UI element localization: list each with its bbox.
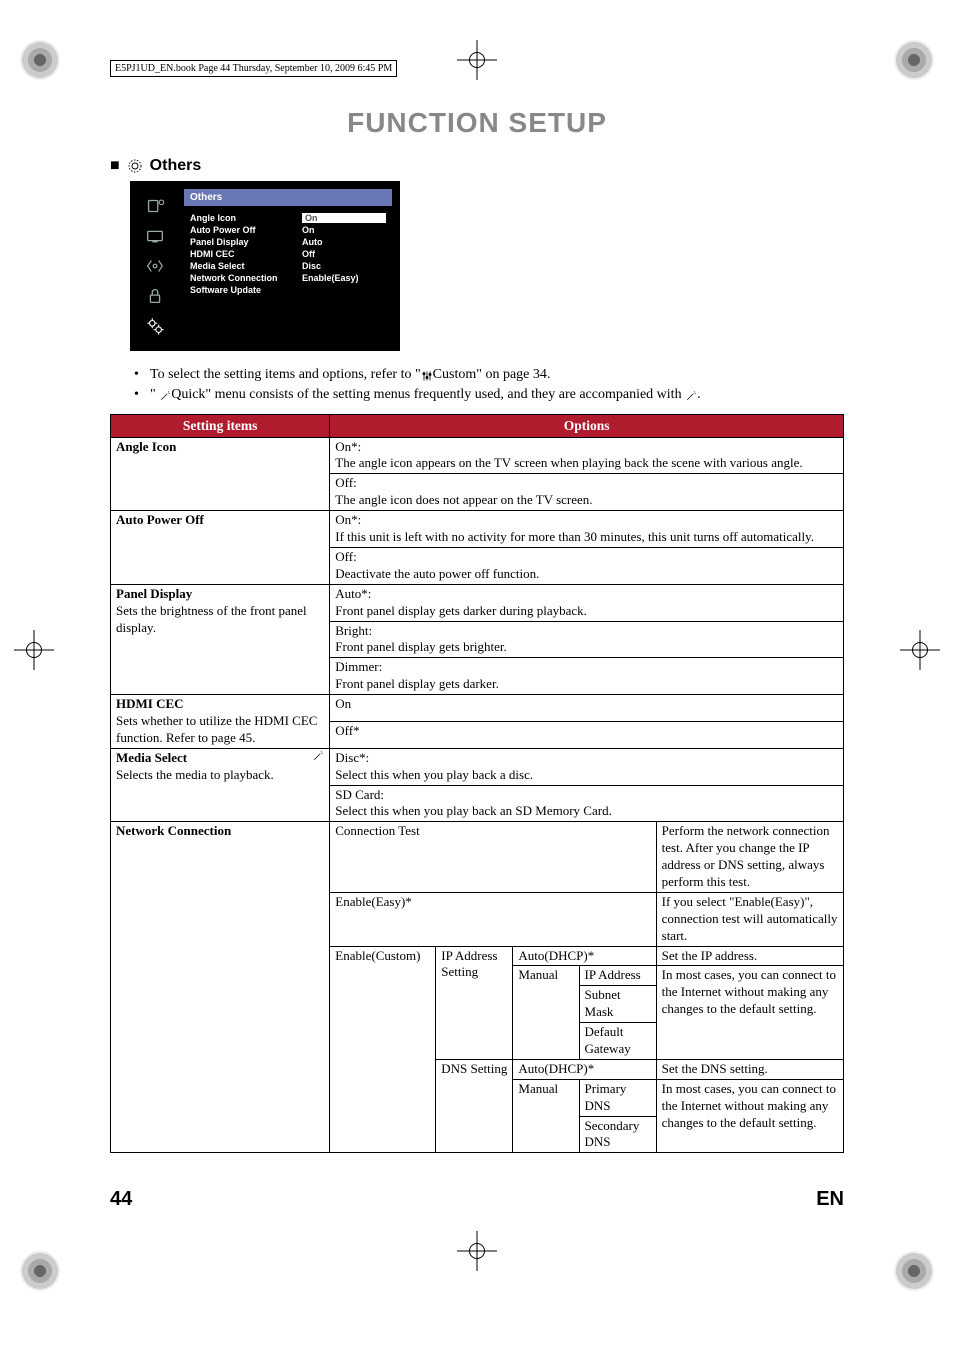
option-cell: On*:The angle icon appears on the TV scr… [330, 437, 844, 474]
option-cell: On*:If this unit is left with no activit… [330, 511, 844, 548]
osd-row-key: Panel Display [190, 237, 290, 247]
option-cell: Connection Test [330, 822, 656, 893]
th-setting-items: Setting items [111, 414, 330, 437]
page-title: FUNCTION SETUP [110, 107, 844, 139]
osd-row: Software Update [184, 284, 392, 296]
reg-mark-bottom [457, 1231, 497, 1271]
option-cell: On [330, 695, 844, 722]
osd-row-value [302, 285, 386, 295]
osd-row-key: Angle Icon [190, 213, 290, 223]
osd-row: Network Connection Enable(Easy) [184, 272, 392, 284]
option-cell: Manual [513, 966, 579, 1059]
option-cell: Default Gateway [579, 1023, 656, 1060]
osd-row-key: Auto Power Off [190, 225, 290, 235]
osd-nav-icon-1 [144, 195, 166, 217]
osd-row-key: Software Update [190, 285, 290, 295]
option-cell: Bright:Front panel display gets brighter… [330, 621, 844, 658]
option-desc-cell: Perform the network connection test. Aft… [656, 822, 843, 893]
option-cell: Disc*:Select this when you play back a d… [330, 748, 844, 785]
osd-banner-title: Others [184, 189, 392, 206]
setting-item-cell: Panel DisplaySets the brightness of the … [111, 584, 330, 694]
osd-row: Media Select Disc [184, 260, 392, 272]
bullet-icon: • [134, 385, 144, 405]
option-cell: SD Card:Select this when you play back a… [330, 785, 844, 822]
setting-item-cell: Angle Icon [111, 437, 330, 511]
note-2: " Quick" menu consists of the setting me… [150, 385, 701, 405]
setting-item-cell: HDMI CECSets whether to utilize the HDMI… [111, 695, 330, 749]
setting-item-cell: Media Select Selects the media to playba… [111, 748, 330, 822]
th-options: Options [330, 414, 844, 437]
option-desc-cell: In most cases, you can connect to the In… [656, 966, 843, 1059]
osd-row: HDMI CEC Off [184, 248, 392, 260]
osd-nav-icon-4 [144, 285, 166, 307]
notes-block: • To select the setting items and option… [134, 365, 844, 406]
osd-row-key: HDMI CEC [190, 249, 290, 259]
option-cell: Primary DNS [579, 1079, 656, 1116]
osd-row: Angle Icon On [184, 212, 392, 224]
osd-row-value: On [302, 213, 386, 223]
note-1: To select the setting items and options,… [150, 365, 550, 385]
option-cell: Secondary DNS [579, 1116, 656, 1153]
option-cell: Auto*:Front panel display gets darker du… [330, 584, 844, 621]
osd-row-key: Media Select [190, 261, 290, 271]
osd-row-value: On [302, 225, 386, 235]
setting-item-cell: Network Connection [111, 822, 330, 1153]
option-cell: Subnet Mask [579, 986, 656, 1023]
option-desc-cell: Set the DNS setting. [656, 1059, 843, 1079]
osd-nav-icon-2 [144, 225, 166, 247]
option-cell: DNS Setting [436, 1059, 513, 1152]
option-cell: Off:Deactivate the auto power off functi… [330, 547, 844, 584]
section-bullet: ■ [110, 157, 120, 175]
footer-page-number: 44 [110, 1188, 132, 1211]
settings-table: Setting items Options Angle IconOn*:The … [110, 414, 844, 1154]
osd-nav-icon-5-gear [144, 315, 166, 337]
wand-icon [159, 389, 171, 401]
option-cell: Off:The angle icon does not appear on th… [330, 474, 844, 511]
osd-row-value: Off [302, 249, 386, 259]
option-cell: Manual [513, 1079, 579, 1153]
osd-row: Auto Power Off On [184, 224, 392, 236]
option-cell: Auto(DHCP)* [513, 1059, 656, 1079]
osd-row-value: Auto [302, 237, 386, 247]
option-cell: Enable(Custom) [330, 946, 436, 1153]
setting-item-cell: Auto Power Off [111, 511, 330, 585]
osd-row-value: Enable(Easy) [302, 273, 386, 283]
wand-icon [312, 750, 324, 762]
osd-preview: Others Angle IconOnAuto Power OffOnPanel… [130, 181, 400, 351]
option-cell: IP Address Setting [436, 946, 513, 1059]
gear-dotted-icon [126, 157, 144, 175]
osd-row-key: Network Connection [190, 273, 290, 283]
sliders-icon [421, 369, 433, 381]
section-header: ■ Others [110, 157, 844, 175]
osd-row-value: Disc [302, 261, 386, 271]
option-cell: Auto(DHCP)* [513, 946, 656, 966]
book-page-stamp: E5PJ1UD_EN.book Page 44 Thursday, Septem… [110, 60, 397, 77]
option-cell: IP Address [579, 966, 656, 986]
bullet-icon: • [134, 365, 144, 385]
option-desc-cell: If you select "Enable(Easy)", connection… [656, 892, 843, 946]
option-desc-cell: Set the IP address. [656, 946, 843, 966]
osd-row: Panel Display Auto [184, 236, 392, 248]
section-title: Others [150, 157, 202, 175]
option-desc-cell: In most cases, you can connect to the In… [656, 1079, 843, 1153]
option-cell: Enable(Easy)* [330, 892, 656, 946]
osd-nav-icon-3 [144, 255, 166, 277]
print-corner-bl [20, 1251, 60, 1291]
print-corner-br [894, 1251, 934, 1291]
footer-language: EN [816, 1188, 844, 1211]
wand-icon [685, 389, 697, 401]
option-cell: Dimmer:Front panel display gets darker. [330, 658, 844, 695]
option-cell: Off* [330, 721, 844, 748]
